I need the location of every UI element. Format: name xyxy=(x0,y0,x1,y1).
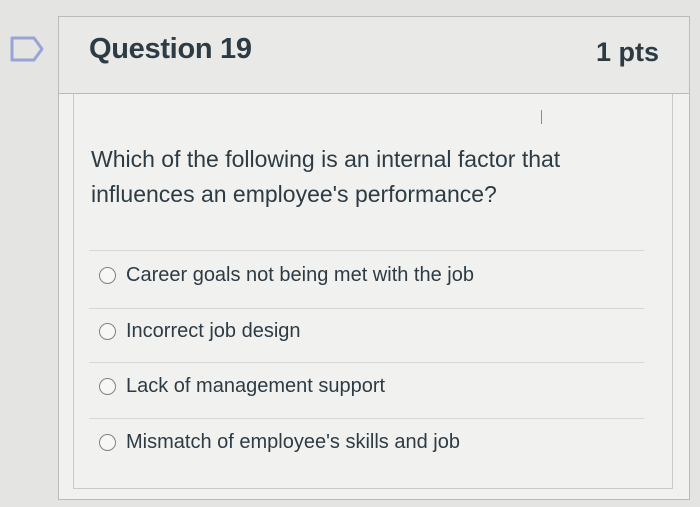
flag-question-icon[interactable] xyxy=(10,36,44,62)
question-points: 1 pts xyxy=(595,37,659,67)
separator xyxy=(89,362,644,363)
answer-option[interactable]: Incorrect job design xyxy=(99,317,301,345)
answer-label: Incorrect job design xyxy=(126,319,301,342)
radio-button[interactable] xyxy=(99,377,116,395)
answer-option[interactable]: Mismatch of employee's skills and job xyxy=(99,428,460,456)
radio-button[interactable] xyxy=(99,433,116,451)
answer-option[interactable]: Career goals not being met with the job xyxy=(99,261,474,289)
radio-button[interactable] xyxy=(99,266,116,284)
separator xyxy=(89,250,644,251)
question-title: Question 19 xyxy=(89,33,252,65)
question-header: Question 19 1 pts xyxy=(59,17,689,94)
question-text: Which of the following is an internal fa… xyxy=(91,146,561,207)
text-cursor xyxy=(541,110,542,124)
separator xyxy=(89,418,644,419)
answer-label: Mismatch of employee's skills and job xyxy=(126,430,460,453)
answer-option[interactable]: Lack of management support xyxy=(99,372,385,400)
answer-label: Lack of management support xyxy=(126,374,386,397)
answer-label: Career goals not being met with the job xyxy=(126,263,474,286)
radio-button[interactable] xyxy=(99,322,116,340)
question-card: Question 19 1 pts Which of the following… xyxy=(58,16,690,500)
separator xyxy=(89,308,644,309)
